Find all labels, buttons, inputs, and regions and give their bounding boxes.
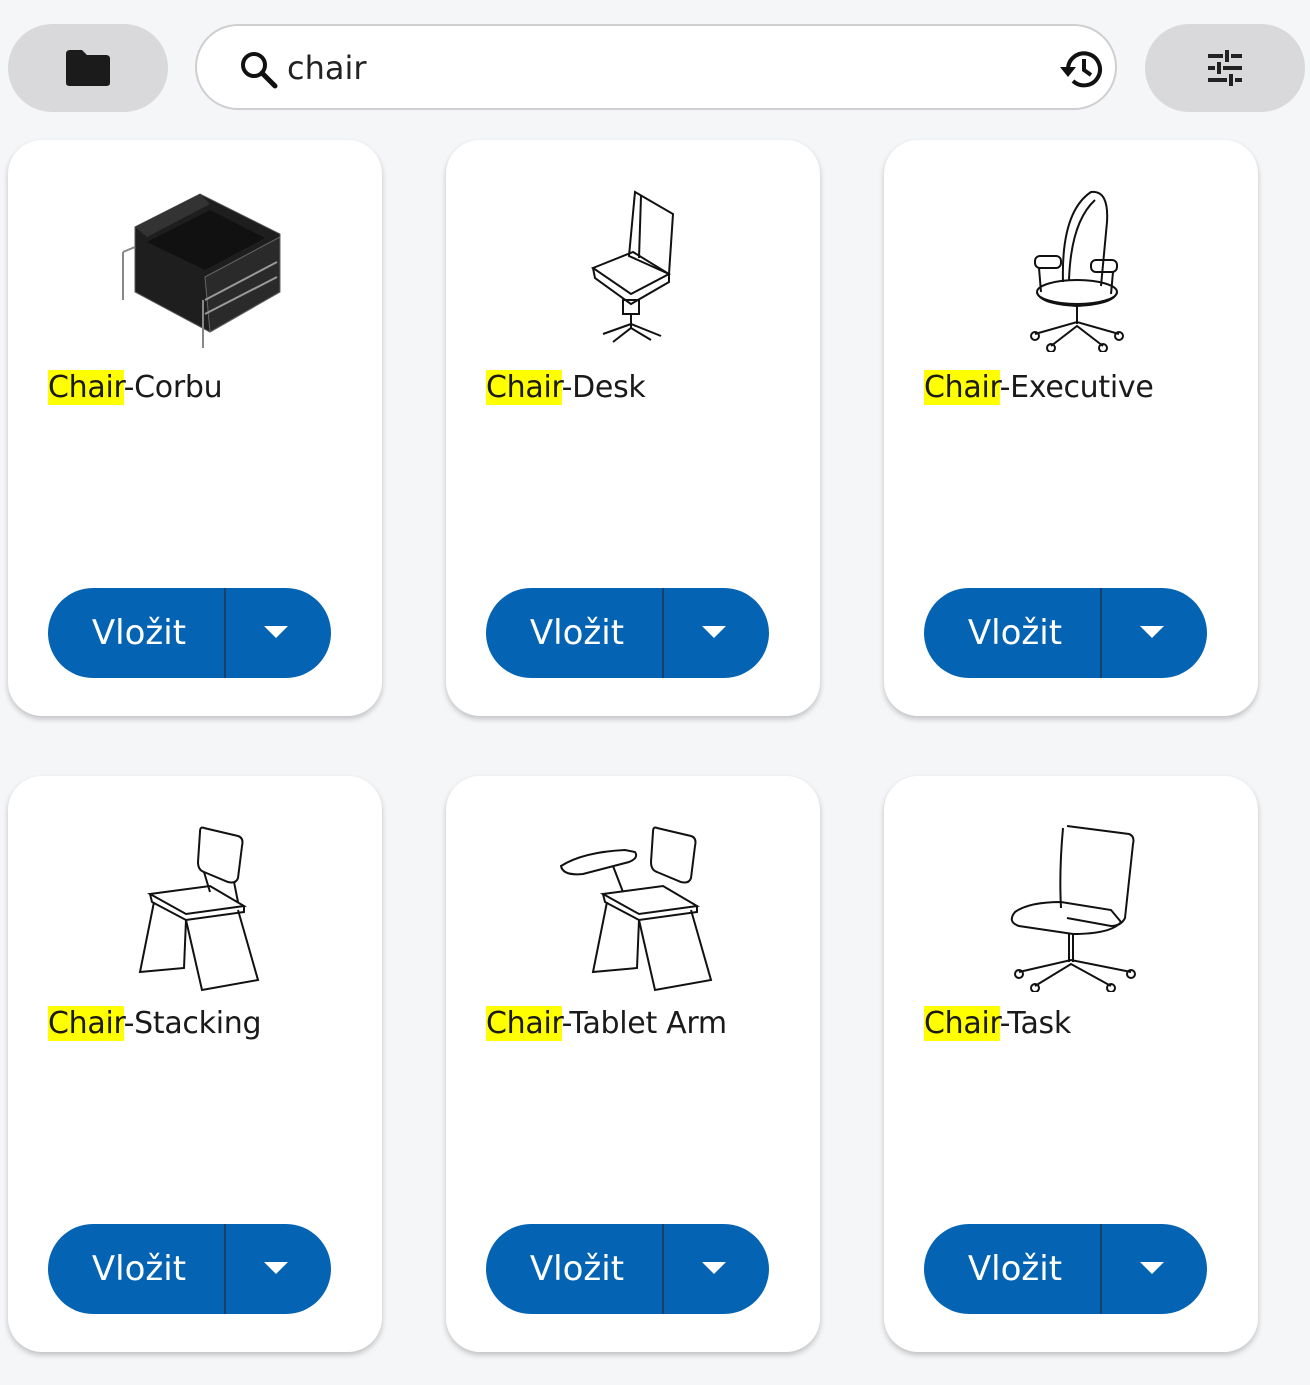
- insert-button[interactable]: Vložit: [486, 588, 662, 678]
- card-title: Chair-Corbu: [48, 370, 223, 405]
- folder-button[interactable]: [8, 24, 168, 112]
- search-highlight: Chair: [924, 370, 1000, 405]
- caret-down-icon: [1139, 1262, 1164, 1274]
- insert-button[interactable]: Vložit: [924, 588, 1100, 678]
- insert-button[interactable]: Vložit: [48, 1224, 224, 1314]
- product-card[interactable]: Chair-Desk Vložit: [446, 140, 820, 716]
- caret-down-icon: [263, 626, 288, 638]
- insert-options-button[interactable]: [1102, 1224, 1207, 1314]
- search-highlight: Chair: [48, 1006, 124, 1041]
- search-highlight: Chair: [48, 370, 124, 405]
- insert-button[interactable]: Vložit: [924, 1224, 1100, 1314]
- caret-down-icon: [701, 1262, 726, 1274]
- chair-stacking-image: [138, 826, 260, 992]
- product-card[interactable]: Chair-Corbu Vložit: [8, 140, 382, 716]
- insert-button-group: Vložit: [924, 1224, 1207, 1314]
- search-bar: [195, 24, 1117, 110]
- insert-options-button[interactable]: [1102, 588, 1207, 678]
- card-title: Chair-Executive: [924, 370, 1154, 405]
- folder-icon: [66, 50, 110, 86]
- insert-options-button[interactable]: [664, 1224, 769, 1314]
- filter-button[interactable]: [1145, 24, 1305, 112]
- card-title: Chair-Task: [924, 1006, 1071, 1041]
- search-icon: [241, 52, 278, 89]
- chair-task-image: [1010, 825, 1136, 992]
- caret-down-icon: [701, 626, 726, 638]
- insert-button-group: Vložit: [48, 588, 331, 678]
- caret-down-icon: [1139, 626, 1164, 638]
- card-title: Chair-Stacking: [48, 1006, 262, 1041]
- search-highlight: Chair: [486, 1006, 562, 1041]
- search-highlight: Chair: [486, 370, 562, 405]
- card-title: Chair-Tablet Arm: [486, 1006, 727, 1041]
- insert-button-group: Vložit: [924, 588, 1207, 678]
- product-card[interactable]: Chair-Tablet Arm Vložit: [446, 776, 820, 1352]
- insert-button-group: Vložit: [486, 588, 769, 678]
- chair-desk-image: [590, 190, 675, 343]
- history-icon[interactable]: [1059, 48, 1105, 90]
- insert-button-group: Vložit: [48, 1224, 331, 1314]
- insert-options-button[interactable]: [226, 588, 331, 678]
- search-highlight: Chair: [924, 1006, 1000, 1041]
- search-input[interactable]: [287, 46, 1027, 90]
- tune-icon: [1208, 50, 1242, 86]
- chair-tablet-arm-image: [559, 826, 713, 992]
- insert-button[interactable]: Vložit: [48, 588, 224, 678]
- product-card[interactable]: Chair-Stacking Vložit: [8, 776, 382, 1352]
- insert-options-button[interactable]: [664, 588, 769, 678]
- insert-button[interactable]: Vložit: [486, 1224, 662, 1314]
- product-card[interactable]: Chair-Task Vložit: [884, 776, 1258, 1352]
- insert-options-button[interactable]: [226, 1224, 331, 1314]
- product-card[interactable]: Chair-Executive Vložit: [884, 140, 1258, 716]
- card-title: Chair-Desk: [486, 370, 646, 405]
- chair-corbu-image: [122, 193, 281, 348]
- insert-button-group: Vložit: [486, 1224, 769, 1314]
- chair-executive-image: [1030, 190, 1124, 352]
- caret-down-icon: [263, 1262, 288, 1274]
